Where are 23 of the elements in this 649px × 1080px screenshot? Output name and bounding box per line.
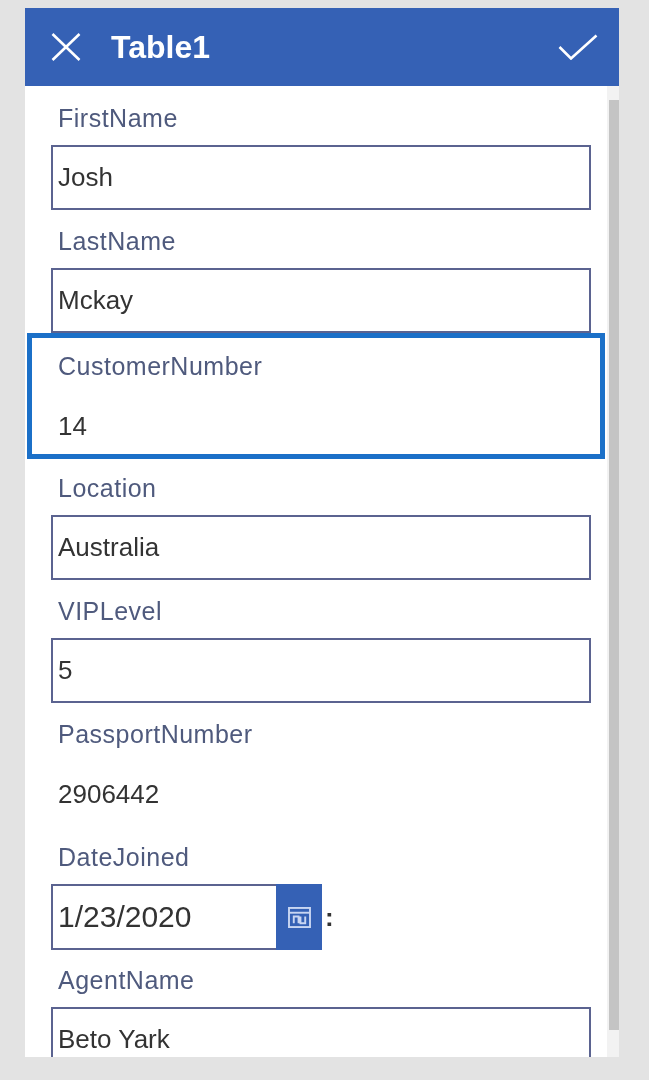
field-value: 14 xyxy=(57,414,87,438)
text-field[interactable]: Beto Yark xyxy=(51,1007,591,1057)
text-field[interactable]: Australia xyxy=(51,515,591,580)
close-icon[interactable] xyxy=(51,33,81,61)
field-value: 2906442 xyxy=(57,782,160,806)
field-label: Location xyxy=(57,476,157,500)
form-title: Table1 xyxy=(111,28,210,66)
field-label: DateJoined xyxy=(57,845,190,869)
field-label: AgentName xyxy=(57,968,195,992)
field-label: FirstName xyxy=(57,106,178,130)
scrollbar[interactable] xyxy=(607,86,619,1057)
field-label: PassportNumber xyxy=(57,722,253,746)
calendar-icon xyxy=(287,906,311,928)
field-label: LastName xyxy=(57,229,176,253)
time-separator: : xyxy=(325,902,334,932)
text-field[interactable]: Mckay xyxy=(51,268,591,333)
text-field[interactable]: 5 xyxy=(51,638,591,703)
calendar-button[interactable] xyxy=(276,884,322,950)
scrollbar-thumb[interactable] xyxy=(609,100,619,1030)
check-icon[interactable] xyxy=(558,34,598,60)
field-label: CustomerNumber xyxy=(57,354,263,378)
text-field[interactable]: Josh xyxy=(51,145,591,210)
field-label: VIPLevel xyxy=(57,599,163,623)
